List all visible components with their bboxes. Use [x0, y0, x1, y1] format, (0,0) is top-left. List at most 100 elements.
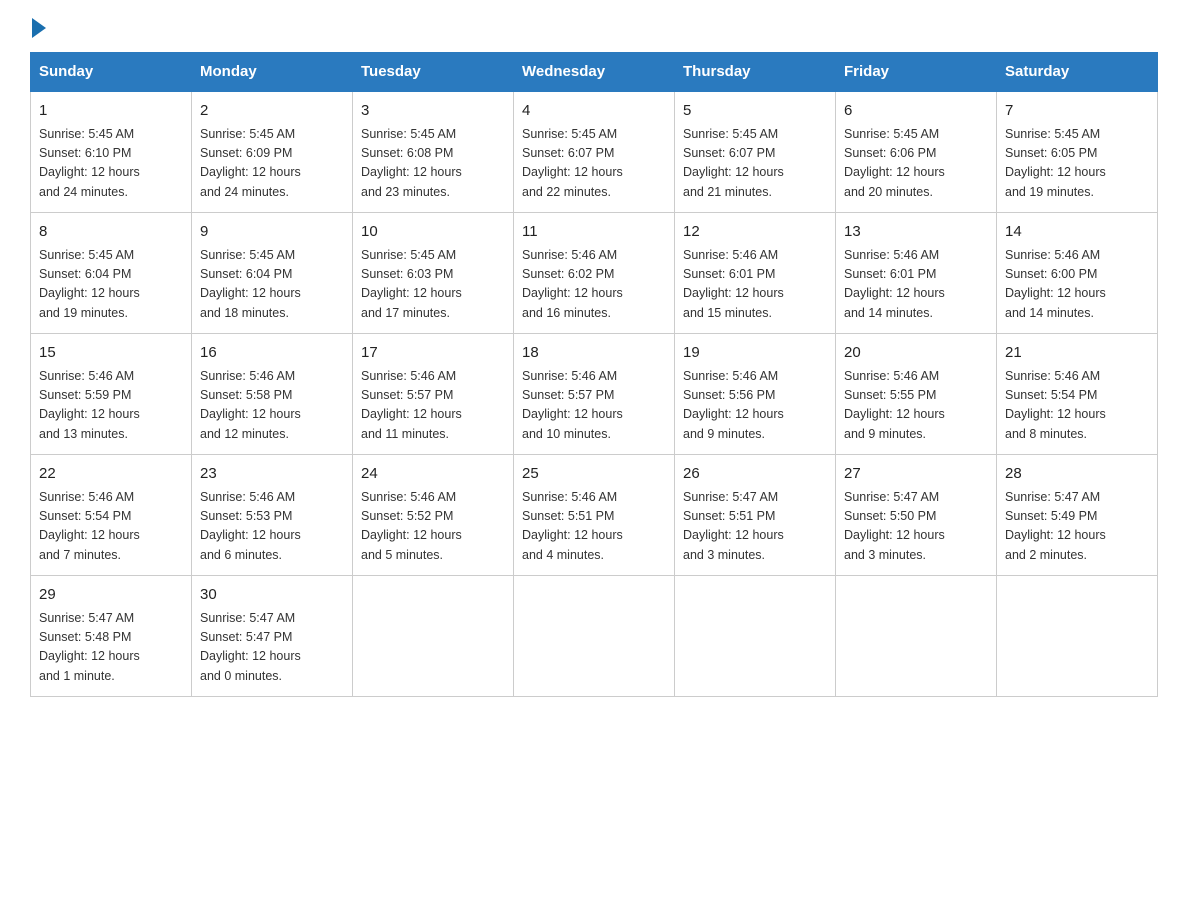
day-info: Sunrise: 5:46 AMSunset: 5:53 PMDaylight:… [200, 488, 344, 566]
empty-cell [997, 576, 1158, 697]
day-number: 2 [200, 100, 344, 123]
day-number: 19 [683, 342, 827, 365]
column-header-thursday: Thursday [675, 53, 836, 92]
day-info: Sunrise: 5:46 AMSunset: 5:59 PMDaylight:… [39, 367, 183, 445]
day-number: 14 [1005, 221, 1149, 244]
day-number: 21 [1005, 342, 1149, 365]
day-number: 3 [361, 100, 505, 123]
day-info: Sunrise: 5:45 AMSunset: 6:10 PMDaylight:… [39, 125, 183, 203]
calendar-day-cell: 17 Sunrise: 5:46 AMSunset: 5:57 PMDaylig… [353, 334, 514, 455]
calendar-day-cell: 8 Sunrise: 5:45 AMSunset: 6:04 PMDayligh… [31, 213, 192, 334]
calendar-day-cell: 16 Sunrise: 5:46 AMSunset: 5:58 PMDaylig… [192, 334, 353, 455]
day-number: 30 [200, 584, 344, 607]
day-info: Sunrise: 5:46 AMSunset: 5:54 PMDaylight:… [1005, 367, 1149, 445]
calendar-day-cell: 9 Sunrise: 5:45 AMSunset: 6:04 PMDayligh… [192, 213, 353, 334]
day-number: 17 [361, 342, 505, 365]
calendar-day-cell: 21 Sunrise: 5:46 AMSunset: 5:54 PMDaylig… [997, 334, 1158, 455]
calendar-day-cell: 30 Sunrise: 5:47 AMSunset: 5:47 PMDaylig… [192, 576, 353, 697]
day-info: Sunrise: 5:46 AMSunset: 5:57 PMDaylight:… [522, 367, 666, 445]
calendar-day-cell: 15 Sunrise: 5:46 AMSunset: 5:59 PMDaylig… [31, 334, 192, 455]
day-number: 5 [683, 100, 827, 123]
calendar-day-cell: 24 Sunrise: 5:46 AMSunset: 5:52 PMDaylig… [353, 455, 514, 576]
day-number: 16 [200, 342, 344, 365]
day-number: 8 [39, 221, 183, 244]
day-number: 26 [683, 463, 827, 486]
calendar-day-cell: 12 Sunrise: 5:46 AMSunset: 6:01 PMDaylig… [675, 213, 836, 334]
day-info: Sunrise: 5:46 AMSunset: 5:58 PMDaylight:… [200, 367, 344, 445]
day-info: Sunrise: 5:46 AMSunset: 6:01 PMDaylight:… [683, 246, 827, 324]
calendar-day-cell: 25 Sunrise: 5:46 AMSunset: 5:51 PMDaylig… [514, 455, 675, 576]
calendar-day-cell: 19 Sunrise: 5:46 AMSunset: 5:56 PMDaylig… [675, 334, 836, 455]
calendar-table: SundayMondayTuesdayWednesdayThursdayFrid… [30, 52, 1158, 697]
day-info: Sunrise: 5:45 AMSunset: 6:05 PMDaylight:… [1005, 125, 1149, 203]
calendar-day-cell: 1 Sunrise: 5:45 AMSunset: 6:10 PMDayligh… [31, 91, 192, 213]
calendar-day-cell: 27 Sunrise: 5:47 AMSunset: 5:50 PMDaylig… [836, 455, 997, 576]
day-info: Sunrise: 5:45 AMSunset: 6:07 PMDaylight:… [683, 125, 827, 203]
day-info: Sunrise: 5:45 AMSunset: 6:04 PMDaylight:… [200, 246, 344, 324]
calendar-day-cell: 14 Sunrise: 5:46 AMSunset: 6:00 PMDaylig… [997, 213, 1158, 334]
day-info: Sunrise: 5:45 AMSunset: 6:09 PMDaylight:… [200, 125, 344, 203]
calendar-day-cell: 5 Sunrise: 5:45 AMSunset: 6:07 PMDayligh… [675, 91, 836, 213]
calendar-day-cell: 13 Sunrise: 5:46 AMSunset: 6:01 PMDaylig… [836, 213, 997, 334]
calendar-week-row: 8 Sunrise: 5:45 AMSunset: 6:04 PMDayligh… [31, 213, 1158, 334]
day-number: 4 [522, 100, 666, 123]
calendar-week-row: 1 Sunrise: 5:45 AMSunset: 6:10 PMDayligh… [31, 91, 1158, 213]
calendar-day-cell: 28 Sunrise: 5:47 AMSunset: 5:49 PMDaylig… [997, 455, 1158, 576]
day-info: Sunrise: 5:45 AMSunset: 6:03 PMDaylight:… [361, 246, 505, 324]
calendar-day-cell: 20 Sunrise: 5:46 AMSunset: 5:55 PMDaylig… [836, 334, 997, 455]
day-info: Sunrise: 5:46 AMSunset: 6:02 PMDaylight:… [522, 246, 666, 324]
day-number: 9 [200, 221, 344, 244]
day-number: 29 [39, 584, 183, 607]
day-info: Sunrise: 5:47 AMSunset: 5:49 PMDaylight:… [1005, 488, 1149, 566]
column-header-tuesday: Tuesday [353, 53, 514, 92]
calendar-day-cell: 10 Sunrise: 5:45 AMSunset: 6:03 PMDaylig… [353, 213, 514, 334]
calendar-day-cell: 6 Sunrise: 5:45 AMSunset: 6:06 PMDayligh… [836, 91, 997, 213]
calendar-header-row: SundayMondayTuesdayWednesdayThursdayFrid… [31, 53, 1158, 92]
day-info: Sunrise: 5:46 AMSunset: 5:56 PMDaylight:… [683, 367, 827, 445]
day-number: 18 [522, 342, 666, 365]
calendar-day-cell: 29 Sunrise: 5:47 AMSunset: 5:48 PMDaylig… [31, 576, 192, 697]
calendar-day-cell: 22 Sunrise: 5:46 AMSunset: 5:54 PMDaylig… [31, 455, 192, 576]
day-number: 12 [683, 221, 827, 244]
day-number: 27 [844, 463, 988, 486]
day-info: Sunrise: 5:46 AMSunset: 6:01 PMDaylight:… [844, 246, 988, 324]
calendar-day-cell: 26 Sunrise: 5:47 AMSunset: 5:51 PMDaylig… [675, 455, 836, 576]
empty-cell [514, 576, 675, 697]
day-number: 11 [522, 221, 666, 244]
day-number: 22 [39, 463, 183, 486]
logo-triangle-icon [32, 18, 46, 38]
calendar-day-cell: 7 Sunrise: 5:45 AMSunset: 6:05 PMDayligh… [997, 91, 1158, 213]
empty-cell [353, 576, 514, 697]
day-info: Sunrise: 5:45 AMSunset: 6:04 PMDaylight:… [39, 246, 183, 324]
day-info: Sunrise: 5:47 AMSunset: 5:50 PMDaylight:… [844, 488, 988, 566]
day-info: Sunrise: 5:46 AMSunset: 5:51 PMDaylight:… [522, 488, 666, 566]
day-number: 1 [39, 100, 183, 123]
day-info: Sunrise: 5:47 AMSunset: 5:47 PMDaylight:… [200, 609, 344, 687]
calendar-week-row: 29 Sunrise: 5:47 AMSunset: 5:48 PMDaylig… [31, 576, 1158, 697]
day-number: 13 [844, 221, 988, 244]
column-header-monday: Monday [192, 53, 353, 92]
day-number: 24 [361, 463, 505, 486]
day-info: Sunrise: 5:46 AMSunset: 5:52 PMDaylight:… [361, 488, 505, 566]
calendar-day-cell: 2 Sunrise: 5:45 AMSunset: 6:09 PMDayligh… [192, 91, 353, 213]
day-number: 15 [39, 342, 183, 365]
calendar-week-row: 22 Sunrise: 5:46 AMSunset: 5:54 PMDaylig… [31, 455, 1158, 576]
calendar-week-row: 15 Sunrise: 5:46 AMSunset: 5:59 PMDaylig… [31, 334, 1158, 455]
day-info: Sunrise: 5:45 AMSunset: 6:08 PMDaylight:… [361, 125, 505, 203]
day-number: 23 [200, 463, 344, 486]
page-header [30, 20, 1158, 32]
empty-cell [836, 576, 997, 697]
column-header-sunday: Sunday [31, 53, 192, 92]
day-number: 6 [844, 100, 988, 123]
day-info: Sunrise: 5:46 AMSunset: 5:54 PMDaylight:… [39, 488, 183, 566]
logo [30, 20, 46, 32]
column-header-wednesday: Wednesday [514, 53, 675, 92]
day-info: Sunrise: 5:46 AMSunset: 6:00 PMDaylight:… [1005, 246, 1149, 324]
day-info: Sunrise: 5:47 AMSunset: 5:48 PMDaylight:… [39, 609, 183, 687]
day-info: Sunrise: 5:45 AMSunset: 6:07 PMDaylight:… [522, 125, 666, 203]
calendar-day-cell: 18 Sunrise: 5:46 AMSunset: 5:57 PMDaylig… [514, 334, 675, 455]
day-number: 28 [1005, 463, 1149, 486]
day-number: 7 [1005, 100, 1149, 123]
calendar-day-cell: 4 Sunrise: 5:45 AMSunset: 6:07 PMDayligh… [514, 91, 675, 213]
day-info: Sunrise: 5:46 AMSunset: 5:55 PMDaylight:… [844, 367, 988, 445]
